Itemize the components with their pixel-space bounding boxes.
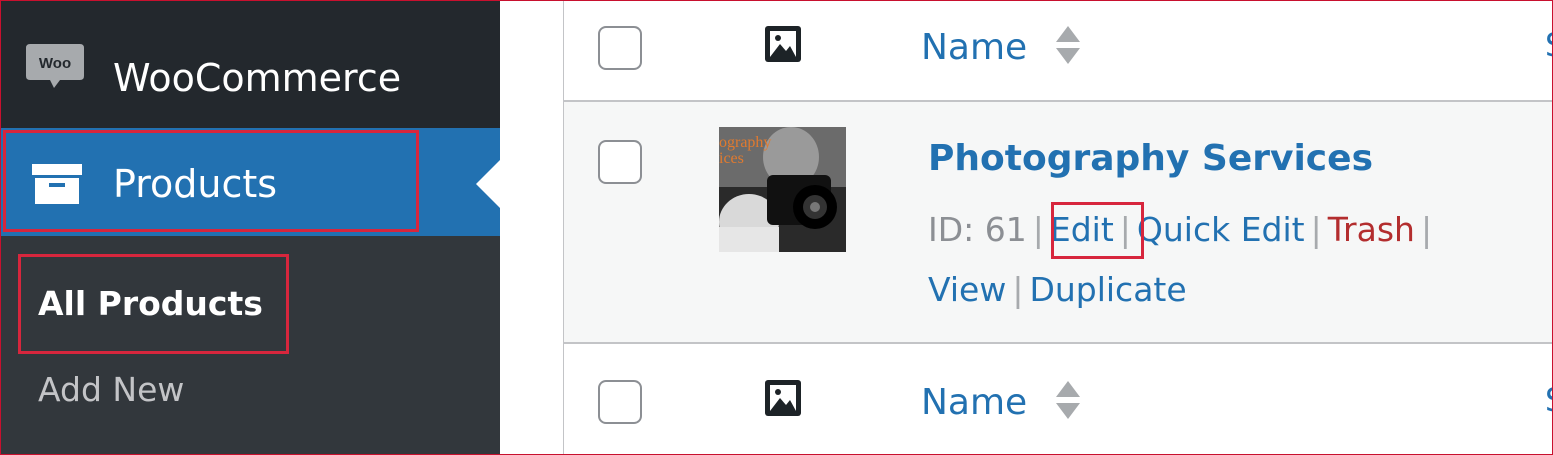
column-header-truncated: S xyxy=(1545,26,1553,64)
row-actions-line-1: ID: 61 | Edit | Quick Edit | Trash | xyxy=(928,210,1438,250)
woocommerce-logo-icon: Woo xyxy=(26,44,84,88)
separator: | xyxy=(1310,210,1322,249)
separator: | xyxy=(1420,210,1433,249)
active-menu-caret xyxy=(476,160,500,208)
row-actions-line-2: View | Duplicate xyxy=(928,270,1187,310)
separator: | xyxy=(1032,210,1044,249)
select-all-checkbox[interactable] xyxy=(598,26,642,70)
product-thumbnail[interactable]: ography ices xyxy=(719,127,846,252)
column-footer-truncated: S xyxy=(1545,381,1553,419)
highlight-box-edit xyxy=(1051,202,1144,259)
sort-arrows-icon[interactable] xyxy=(1054,377,1082,423)
sort-arrows-icon[interactable] xyxy=(1054,22,1082,68)
svg-text:ices: ices xyxy=(719,150,744,167)
svg-text:ography: ography xyxy=(719,134,771,151)
svg-text:Woo: Woo xyxy=(39,55,71,72)
row-select-checkbox[interactable] xyxy=(598,140,642,184)
select-all-checkbox-footer[interactable] xyxy=(598,380,642,424)
highlight-box-all-products xyxy=(18,254,289,354)
sidebar-item-label-woocommerce[interactable]: WooCommerce xyxy=(113,55,401,101)
trash-link[interactable]: Trash xyxy=(1328,210,1415,249)
image-column-icon xyxy=(765,380,801,416)
highlight-box-products xyxy=(3,130,419,232)
product-id-text: ID: 61 xyxy=(928,210,1027,249)
product-title-link[interactable]: Photography Services xyxy=(928,136,1373,182)
column-footer-name[interactable]: Name xyxy=(921,381,1027,425)
image-column-icon xyxy=(765,26,801,62)
submenu-item-add-new[interactable]: Add New xyxy=(38,370,184,410)
duplicate-link[interactable]: Duplicate xyxy=(1029,270,1186,309)
column-header-name[interactable]: Name xyxy=(921,26,1027,70)
view-link[interactable]: View xyxy=(928,270,1006,309)
separator: | xyxy=(1012,270,1024,309)
quick-edit-link[interactable]: Quick Edit xyxy=(1137,210,1305,249)
photographer-thumbnail-image: ography ices xyxy=(719,127,846,252)
